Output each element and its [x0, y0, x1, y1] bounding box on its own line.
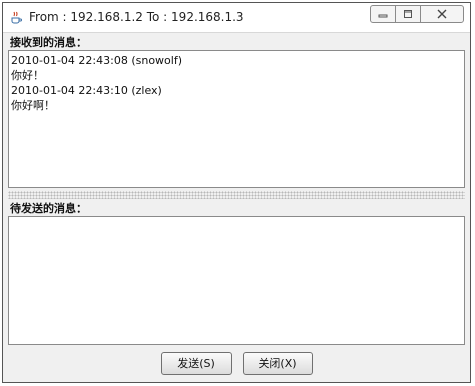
- received-messages-label: 接收到的消息：: [10, 36, 87, 49]
- split-pane-divider[interactable]: [8, 191, 465, 199]
- java-coffee-icon: [11, 11, 22, 24]
- compose-panel: 待发送的消息：: [8, 202, 465, 345]
- message-text: 你好！: [11, 69, 44, 82]
- received-messages-area[interactable]: 2010-01-04 22:43:08 (snowolf) 你好！ 2010-0…: [8, 50, 465, 188]
- compose-text-area[interactable]: [8, 216, 465, 345]
- maximize-button[interactable]: [395, 5, 421, 23]
- send-button[interactable]: 发送(S): [160, 351, 232, 375]
- close-icon: [437, 9, 447, 19]
- message-header: 2010-01-04 22:43:08 (snowolf): [11, 54, 182, 67]
- compose-label: 待发送的消息：: [10, 202, 87, 215]
- compose-input[interactable]: [9, 217, 464, 344]
- minimize-button[interactable]: [370, 5, 396, 23]
- minimize-icon: [378, 14, 388, 18]
- title-bar[interactable]: From : 192.168.1.2 To : 192.168.1.3: [3, 3, 470, 33]
- received-messages-panel: 接收到的消息： 2010-01-04 22:43:08 (snowolf) 你好…: [8, 36, 465, 188]
- close-window-button[interactable]: [420, 5, 464, 23]
- message-text: 你好啊！: [11, 99, 55, 112]
- maximize-icon: [404, 10, 412, 18]
- window-controls: [370, 5, 464, 25]
- button-row: 发送(S) 关闭(X): [3, 346, 470, 380]
- close-button[interactable]: 关闭(X): [242, 351, 313, 375]
- chat-window: From : 192.168.1.2 To : 192.168.1.3 接收到的…: [2, 2, 471, 383]
- window-title: From : 192.168.1.2 To : 192.168.1.3: [29, 10, 244, 24]
- message-header: 2010-01-04 22:43:10 (zlex): [11, 84, 162, 97]
